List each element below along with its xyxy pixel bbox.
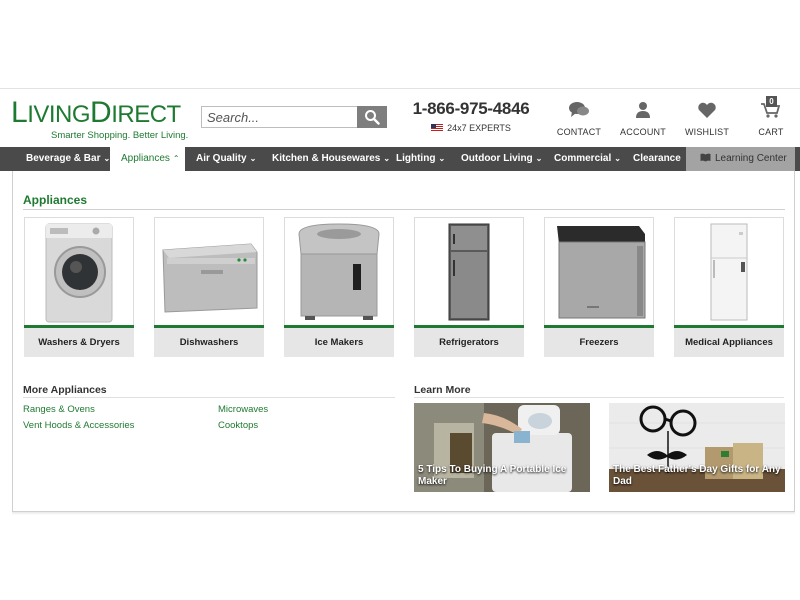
link-microwaves[interactable]: Microwaves xyxy=(218,404,268,415)
search-input[interactable] xyxy=(201,106,357,128)
nav-label: Air Quality xyxy=(196,153,247,164)
nav-label: Commercial xyxy=(554,153,612,164)
category-label: Washers & Dryers xyxy=(24,328,134,357)
wishlist-label: WISHLIST xyxy=(684,127,730,137)
article-card-ice-maker[interactable]: 5 Tips To Buying A Portable Ice Maker xyxy=(414,403,590,492)
cart-link[interactable]: 0 CART xyxy=(741,96,800,137)
nav-clearance[interactable]: Clearance xyxy=(626,147,684,171)
dropdown-title: Appliances xyxy=(23,193,88,207)
contact-link[interactable]: CONTACT xyxy=(549,99,609,137)
nav-label: Learning Center xyxy=(715,153,787,164)
account-link[interactable]: ACCOUNT xyxy=(613,99,673,137)
appliances-dropdown: Appliances Washers & Dryers Dishwashers … xyxy=(12,171,795,512)
search-button[interactable] xyxy=(357,106,387,128)
page-content-edge xyxy=(12,512,795,515)
ice-maker-image xyxy=(284,217,394,325)
link-ranges-ovens[interactable]: Ranges & Ovens xyxy=(23,404,95,415)
category-card-refrigerators[interactable]: Refrigerators xyxy=(414,217,524,357)
chevron-down-icon: ⌄ xyxy=(614,154,621,163)
chevron-down-icon: ⌄ xyxy=(438,154,446,163)
site-header: LIVINGDIRECT Smarter Shopping. Better Li… xyxy=(0,88,800,146)
heart-icon xyxy=(698,102,716,118)
site-logo[interactable]: LIVINGDIRECT Smarter Shopping. Better Li… xyxy=(11,96,189,142)
experts-line: 24x7 EXPERTS xyxy=(411,123,531,133)
account-label: ACCOUNT xyxy=(620,127,666,137)
nav-label: Kitchen & Housewares xyxy=(272,153,381,164)
category-label: Dishwashers xyxy=(154,328,264,357)
user-icon xyxy=(636,102,650,118)
contact-label: CONTACT xyxy=(556,127,602,137)
more-appliances-heading: More Appliances xyxy=(23,384,107,396)
nav-label: Lighting xyxy=(396,153,436,164)
learn-more-heading: Learn More xyxy=(414,384,471,396)
nav-air-quality[interactable]: Air Quality ⌄ xyxy=(190,147,260,171)
phone-number[interactable]: 1-866-975-4846 xyxy=(411,99,531,119)
divider xyxy=(23,397,395,398)
dishwasher-image xyxy=(154,217,264,325)
nav-learning-center[interactable]: Learning Center xyxy=(686,147,795,171)
nav-commercial[interactable]: Commercial ⌄ xyxy=(548,147,621,171)
divider xyxy=(414,397,784,398)
article-caption: The Best Father's Day Gifts for Any Dad xyxy=(613,464,781,487)
category-label: Freezers xyxy=(544,328,654,357)
link-cooktops[interactable]: Cooktops xyxy=(218,420,258,431)
book-icon xyxy=(700,153,711,162)
wishlist-link[interactable]: WISHLIST xyxy=(677,99,737,137)
phone-block: 1-866-975-4846 24x7 EXPERTS xyxy=(411,99,531,133)
nav-label: Clearance xyxy=(633,153,681,164)
category-label: Ice Makers xyxy=(284,328,394,357)
category-card-dishwashers[interactable]: Dishwashers xyxy=(154,217,264,357)
page: LIVINGDIRECT Smarter Shopping. Better Li… xyxy=(0,0,800,600)
medical-fridge-image xyxy=(674,217,784,325)
nav-label: Beverage & Bar xyxy=(26,153,101,164)
refrigerator-image xyxy=(414,217,524,325)
nav-label: Appliances xyxy=(121,153,170,164)
nav-appliances[interactable]: Appliances ⌃ xyxy=(110,147,185,171)
chevron-up-icon: ⌃ xyxy=(172,154,180,163)
link-vent-hoods[interactable]: Vent Hoods & Accessories xyxy=(23,420,134,431)
logo-wordmark: LIVINGDIRECT xyxy=(11,96,181,129)
category-card-ice-makers[interactable]: Ice Makers xyxy=(284,217,394,357)
category-card-freezers[interactable]: Freezers xyxy=(544,217,654,357)
us-flag-icon xyxy=(431,124,444,132)
nav-kitchen-housewares[interactable]: Kitchen & Housewares ⌄ xyxy=(266,147,390,171)
category-label: Medical Appliances xyxy=(674,328,784,357)
washer-image xyxy=(24,217,134,325)
nav-label: Outdoor Living xyxy=(461,153,533,164)
divider xyxy=(23,209,785,210)
article-caption: 5 Tips To Buying A Portable Ice Maker xyxy=(418,464,567,487)
freezer-image xyxy=(544,217,654,325)
logo-tagline: Smarter Shopping. Better Living. xyxy=(51,130,189,141)
search-icon xyxy=(365,110,380,125)
cart-count-badge: 0 xyxy=(766,96,777,107)
chevron-down-icon: ⌄ xyxy=(249,154,257,163)
nav-beverage-bar[interactable]: Beverage & Bar ⌄ xyxy=(12,147,110,171)
main-nav: Beverage & Bar ⌄ Appliances ⌃ Air Quality ⌄… xyxy=(0,147,800,171)
experts-label: 24x7 EXPERTS xyxy=(447,123,511,133)
nav-outdoor-living[interactable]: Outdoor Living ⌄ xyxy=(455,147,545,171)
cart-label: CART xyxy=(758,127,784,137)
chevron-down-icon: ⌄ xyxy=(535,154,543,163)
chat-bubbles-icon xyxy=(569,102,589,117)
article-card-fathers-day[interactable]: The Best Father's Day Gifts for Any Dad xyxy=(609,403,785,492)
search-bar xyxy=(201,106,387,129)
category-card-medical-appliances[interactable]: Medical Appliances xyxy=(674,217,784,357)
nav-lighting[interactable]: Lighting ⌄ xyxy=(390,147,450,171)
category-card-washers-dryers[interactable]: Washers & Dryers xyxy=(24,217,134,357)
category-label: Refrigerators xyxy=(414,328,524,357)
